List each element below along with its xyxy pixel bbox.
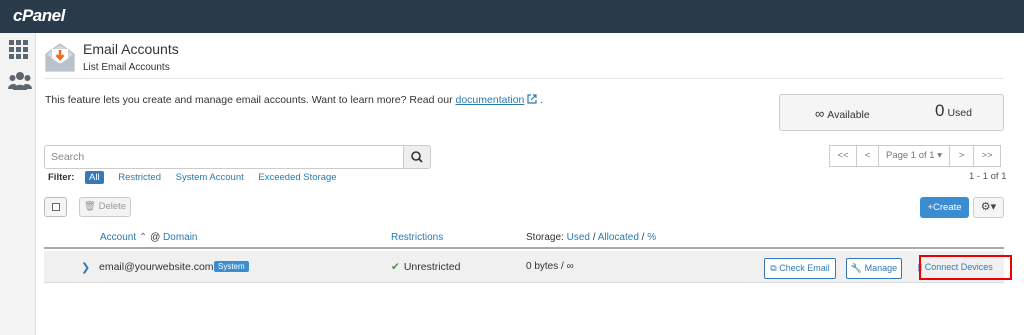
filter-label: Filter: bbox=[48, 172, 75, 183]
page-subtitle: List Email Accounts bbox=[83, 62, 170, 73]
next-page-button[interactable]: > bbox=[949, 145, 974, 167]
sort-account[interactable]: Account bbox=[100, 232, 136, 243]
highlight-box bbox=[919, 255, 1012, 280]
first-page-button[interactable]: << bbox=[829, 145, 857, 167]
email-address: email@yourwebsite.com bbox=[99, 261, 214, 273]
search-bar bbox=[44, 145, 432, 169]
sort-ascending-icon: ⌃ bbox=[138, 232, 148, 243]
page-select[interactable]: Page 1 of 1 ▾ bbox=[878, 145, 950, 167]
used-stat: 0 Used bbox=[935, 101, 972, 120]
infinity-symbol: ∞ bbox=[815, 106, 825, 121]
last-page-button[interactable]: >> bbox=[973, 145, 1001, 167]
filter-bar: Filter: All Restricted System Account Ex… bbox=[48, 171, 349, 186]
storage-value: 0 bytes / ∞ bbox=[526, 261, 574, 272]
table-header: Account ⌃ @ Domain Restrictions Storage:… bbox=[44, 227, 1004, 249]
sidebar bbox=[0, 33, 36, 335]
account-domain-header: Account ⌃ @ Domain bbox=[100, 232, 198, 243]
filter-system-account[interactable]: System Account bbox=[176, 172, 244, 183]
filter-exceeded-storage[interactable]: Exceeded Storage bbox=[258, 172, 336, 183]
email-accounts-icon bbox=[44, 41, 76, 73]
top-bar: cPanel bbox=[0, 0, 1024, 33]
expand-row-chevron-icon[interactable]: ❯ bbox=[81, 261, 90, 274]
table-row: ❯ email@yourwebsite.com System ✔ Unrestri… bbox=[44, 251, 1012, 283]
gear-icon: ⚙ bbox=[980, 201, 991, 213]
cpanel-logo[interactable]: cPanel bbox=[13, 6, 65, 26]
create-button[interactable]: +Create bbox=[920, 197, 969, 218]
caret-down-icon: ▾ bbox=[990, 201, 997, 213]
external-link-icon: ⧉ bbox=[770, 263, 777, 273]
filter-restricted[interactable]: Restricted bbox=[118, 172, 161, 183]
users-icon[interactable] bbox=[8, 71, 32, 93]
sort-storage-used[interactable]: Used bbox=[567, 232, 590, 243]
select-all-checkbox[interactable] bbox=[44, 197, 67, 217]
result-count: 1 - 1 of 1 bbox=[969, 171, 1007, 182]
sort-storage-allocated[interactable]: Allocated bbox=[598, 232, 639, 243]
system-badge: System bbox=[214, 261, 249, 272]
documentation-link[interactable]: documentation bbox=[456, 94, 525, 106]
settings-dropdown[interactable]: ⚙▾ bbox=[973, 197, 1004, 218]
filter-all[interactable]: All bbox=[85, 171, 104, 184]
search-icon bbox=[411, 151, 423, 163]
delete-button[interactable]: 🗑 Delete bbox=[79, 197, 131, 217]
caret-down-icon: ▾ bbox=[937, 150, 943, 161]
restrictions-header[interactable]: Restrictions bbox=[391, 232, 443, 243]
trash-icon: 🗑 bbox=[83, 201, 96, 212]
wrench-icon: 🔧 bbox=[850, 263, 863, 273]
account-stats-panel: ∞ Available 0 Used bbox=[779, 94, 1004, 131]
divider bbox=[44, 78, 1004, 79]
sort-domain[interactable]: Domain bbox=[163, 232, 197, 243]
external-link-icon bbox=[527, 94, 537, 104]
search-button[interactable] bbox=[403, 145, 431, 169]
storage-header: Storage: Used / Allocated / % bbox=[526, 232, 657, 243]
sort-storage-percent[interactable]: % bbox=[647, 232, 656, 243]
manage-button[interactable]: 🔧 Manage bbox=[846, 258, 902, 279]
main-content: Email Accounts List Email Accounts This … bbox=[36, 33, 1024, 335]
grid-icon[interactable] bbox=[8, 39, 30, 61]
page-title: Email Accounts bbox=[83, 41, 179, 57]
prev-page-button[interactable]: < bbox=[856, 145, 879, 167]
restriction-status: ✔ Unrestricted bbox=[391, 261, 461, 273]
search-input[interactable] bbox=[44, 145, 404, 169]
available-stat: ∞ Available bbox=[815, 106, 870, 121]
check-email-button[interactable]: ⧉ Check Email bbox=[764, 258, 836, 279]
intro-text: This feature lets you create and manage … bbox=[45, 94, 544, 106]
check-icon: ✔ bbox=[391, 261, 400, 273]
